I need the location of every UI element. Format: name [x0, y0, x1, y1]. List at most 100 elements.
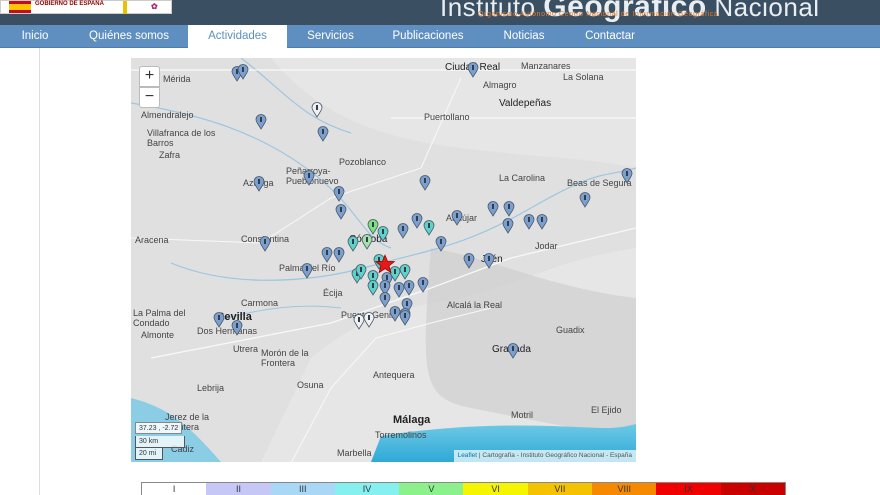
earthquake-marker-icon[interactable]: [487, 201, 499, 217]
earthquake-marker-icon[interactable]: [399, 264, 411, 280]
place-label: Villafranca de los Barros: [147, 128, 216, 148]
place-label: Almendralejo: [141, 110, 194, 120]
leaflet-link[interactable]: Leaflet: [458, 452, 478, 459]
place-label: El Ejido: [591, 405, 622, 415]
nav-item-quienes-somos[interactable]: Quiénes somos: [70, 25, 188, 48]
earthquake-marker-icon[interactable]: [423, 220, 435, 236]
scale-bar-km: 30 km: [135, 436, 185, 448]
intensity-legend: I II III IV V VI VII VIII IX X: [141, 482, 786, 495]
earthquake-marker-icon[interactable]: [463, 253, 475, 269]
place-label: Antequera: [373, 370, 415, 380]
place-label: Marbella: [337, 448, 372, 458]
earthquake-marker-icon[interactable]: [621, 168, 633, 184]
place-label: Valdepeñas: [499, 98, 552, 109]
attribution-text: | Cartografía - Instituto Geográfico Nac…: [477, 452, 632, 459]
earthquake-marker-icon[interactable]: [253, 176, 265, 192]
legend-level: X: [720, 483, 785, 495]
earthquake-marker-icon[interactable]: [419, 175, 431, 191]
nav-item-inicio[interactable]: Inicio: [0, 25, 70, 48]
place-label: Málaga: [393, 414, 431, 426]
earthquake-marker-icon[interactable]: [417, 277, 429, 293]
scale-bar-mi: 20 mi: [135, 448, 163, 460]
legend-level: II: [206, 483, 271, 495]
earthquake-marker-icon[interactable]: [435, 236, 447, 252]
epicenter-star-icon[interactable]: [375, 254, 395, 274]
coordinates-readout: 37.23 , -2.72: [135, 422, 183, 434]
earthquake-marker-icon[interactable]: [363, 312, 375, 328]
earthquake-marker-icon[interactable]: [451, 210, 463, 226]
legend-level: IV: [334, 483, 400, 495]
earthquake-marker-icon[interactable]: [259, 236, 271, 252]
earthquake-marker-icon[interactable]: [467, 62, 479, 78]
place-label: Utrera: [233, 344, 259, 354]
earthquake-marker-icon[interactable]: [361, 234, 373, 250]
earthquake-marker-icon[interactable]: [347, 236, 359, 252]
zoom-out-button[interactable]: −: [139, 87, 160, 108]
earthquake-marker-icon[interactable]: [231, 320, 243, 336]
zoom-in-button[interactable]: +: [139, 66, 160, 87]
earthquake-marker-icon[interactable]: [483, 253, 495, 269]
nav-item-noticias[interactable]: Noticias: [482, 25, 566, 48]
earthquake-marker-icon[interactable]: [503, 201, 515, 217]
place-label: Puertollano: [424, 112, 470, 122]
earthquake-marker-icon[interactable]: [355, 264, 367, 280]
place-label: Aracena: [135, 235, 169, 245]
legend-level: VIII: [592, 483, 657, 495]
earthquake-marker-icon[interactable]: [301, 263, 313, 279]
earthquake-marker-icon[interactable]: [237, 64, 249, 80]
logo-divider: [123, 1, 127, 14]
nav-item-contactar[interactable]: Contactar: [566, 25, 654, 48]
earthquake-marker-icon[interactable]: [303, 170, 315, 186]
earthquake-marker-icon[interactable]: [523, 214, 535, 230]
nav-item-servicios[interactable]: Servicios: [287, 25, 374, 48]
earthquake-marker-icon[interactable]: [255, 114, 267, 130]
earthquake-marker-icon[interactable]: [321, 247, 333, 263]
earthquake-marker-icon[interactable]: [335, 204, 347, 220]
earthquake-marker-icon[interactable]: [399, 310, 411, 326]
place-label: La Solana: [563, 72, 604, 82]
earthquake-marker-icon[interactable]: [403, 280, 415, 296]
nav-item-actividades[interactable]: Actividades: [188, 25, 287, 48]
site-title-suffix: Nacional: [714, 0, 820, 22]
legend-level: VI: [463, 483, 528, 495]
earthquake-marker-icon[interactable]: [397, 223, 409, 239]
legend-level: IX: [656, 483, 721, 495]
earthquake-marker-icon[interactable]: [579, 192, 591, 208]
earthquake-marker-icon[interactable]: [411, 213, 423, 229]
place-label: Jodar: [535, 241, 558, 251]
legend-level: V: [399, 483, 464, 495]
earthquake-marker-icon[interactable]: [311, 102, 323, 118]
place-label: Osuna: [297, 380, 324, 390]
place-label: Zafra: [159, 150, 181, 160]
main-nav: Inicio Quiénes somos Actividades Servici…: [0, 25, 880, 48]
place-label: Alcalá la Real: [447, 300, 503, 310]
earthquake-marker-icon[interactable]: [213, 312, 225, 328]
earthquake-marker-icon[interactable]: [507, 343, 519, 359]
place-label: La Palma del Condado: [133, 308, 186, 328]
earthquake-marker-icon[interactable]: [317, 126, 329, 142]
place-label: Torremolinos: [375, 430, 427, 440]
place-label: Dos Hermanas: [197, 326, 258, 336]
earthquake-marker-icon[interactable]: [333, 247, 345, 263]
legend-level: VII: [527, 483, 593, 495]
place-label: Motril: [511, 410, 533, 420]
place-label: Écija: [323, 288, 343, 298]
earthquake-marker-icon[interactable]: [367, 280, 379, 296]
place-label: Almonte: [141, 330, 175, 340]
nav-item-publicaciones[interactable]: Publicaciones: [374, 25, 482, 48]
place-label: Morón de la Frontera: [261, 348, 309, 368]
earthquake-map[interactable]: Mérida Ciudad Real Manzanares La Solana …: [131, 58, 636, 462]
government-logo[interactable]: GOBIERNO DE ESPAÑA ✿: [0, 0, 172, 14]
spain-flag-icon: [9, 1, 31, 13]
earthquake-marker-icon[interactable]: [502, 218, 514, 234]
government-logo-text: GOBIERNO DE ESPAÑA: [35, 1, 104, 7]
place-label: Almagro: [483, 80, 517, 90]
earthquake-marker-icon[interactable]: [377, 226, 389, 242]
earthquake-marker-icon[interactable]: [333, 186, 345, 202]
cnig-logo-icon: ✿: [151, 2, 158, 11]
map-attribution: Leaflet | Cartografía - Instituto Geográ…: [453, 450, 636, 462]
earthquake-marker-icon[interactable]: [536, 214, 548, 230]
place-label: La Carolina: [499, 173, 546, 183]
place-label: Manzanares: [521, 61, 571, 71]
place-label: Lebrija: [197, 383, 225, 393]
